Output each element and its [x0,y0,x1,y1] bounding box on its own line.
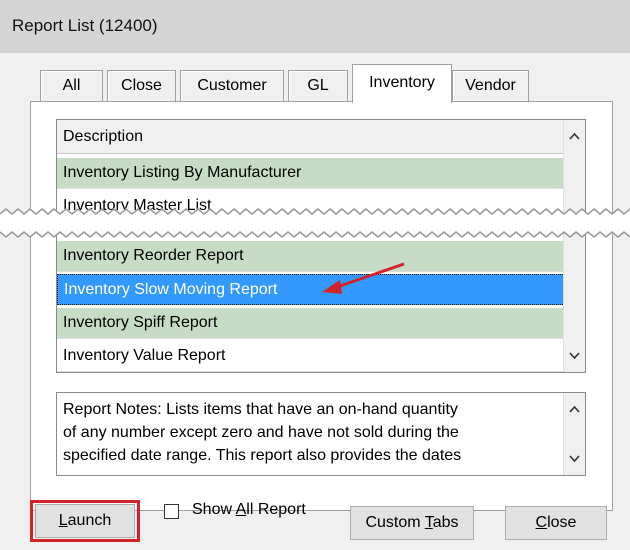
list-item[interactable]: Inventory Listing By Manufacturer [57,158,565,189]
report-list[interactable]: Description Inventory Listing By Manufac… [56,119,586,373]
report-notes-box[interactable]: Report Notes: Lists items that have an o… [56,392,586,476]
button-label: lose [547,514,577,531]
tab-label: Customer [197,77,267,94]
tab-label: GL [307,77,329,94]
list-item-selected[interactable]: Inventory Slow Moving Report [57,274,565,305]
list-item-label: Inventory Listing By Manufacturer [63,164,302,181]
launch-button[interactable]: Launch [35,504,135,538]
notes-line: Report Notes: Lists items that have an o… [63,401,458,418]
tab-label: All [62,77,81,94]
notes-scrollbar[interactable] [563,393,585,475]
torn-edge-divider [0,208,630,238]
chevron-down-icon[interactable] [564,346,585,366]
button-mnemonic: C [535,514,548,531]
column-header-description[interactable]: Description [57,120,565,154]
tab-label: Inventory [369,74,435,91]
button-label: abs [432,514,459,531]
chevron-up-icon[interactable] [564,399,585,419]
chevron-down-icon[interactable] [564,449,585,469]
list-item-label: Inventory Value Report [63,347,226,364]
show-all-report-label[interactable]: Show All Report [192,501,306,519]
button-label: aunch [67,512,112,529]
tab-label: Close [121,77,162,94]
red-arrow-icon [322,262,405,294]
tab-customer[interactable]: Customer [180,70,284,102]
list-scrollbar[interactable] [563,120,585,372]
custom-tabs-button[interactable]: Custom Tabs [350,506,474,540]
notes-line: of any number except zero and have not s… [63,424,459,441]
report-list-window: Report List (12400) All Close Customer G… [0,0,630,550]
close-button[interactable]: Close [505,506,607,540]
chevron-up-icon[interactable] [564,126,585,146]
window-title: Report List (12400) [12,16,158,35]
list-item-label: Inventory Reorder Report [63,247,244,264]
tab-close[interactable]: Close [107,70,176,102]
button-mnemonic: L [58,512,68,529]
list-item-label: Inventory Slow Moving Report [64,281,278,298]
list-item[interactable]: Inventory Reorder Report [57,241,565,272]
report-notes-text: Report Notes: Lists items that have an o… [63,398,553,467]
tab-all[interactable]: All [40,70,103,102]
list-item-label: Inventory Spiff Report [63,314,218,331]
title-bar[interactable]: Report List (12400) [0,0,630,53]
tab-inventory[interactable]: Inventory [352,64,452,103]
button-mnemonic: T [424,514,433,531]
notes-line: specified date range. This report also p… [63,447,462,464]
checkbox-label: ll Report [246,501,306,518]
list-item[interactable]: Inventory Value Report [57,341,565,372]
tab-gl[interactable]: GL [288,70,348,102]
tab-label: Vendor [465,77,516,94]
column-header-label: Description [63,128,144,145]
checkbox-mnemonic: A [235,501,247,518]
list-item[interactable]: Inventory Spiff Report [57,308,565,339]
show-all-report-checkbox[interactable] [164,504,179,519]
tab-vendor[interactable]: Vendor [452,70,529,102]
checkbox-label: Show [192,501,236,518]
button-label: Custom [365,514,425,531]
